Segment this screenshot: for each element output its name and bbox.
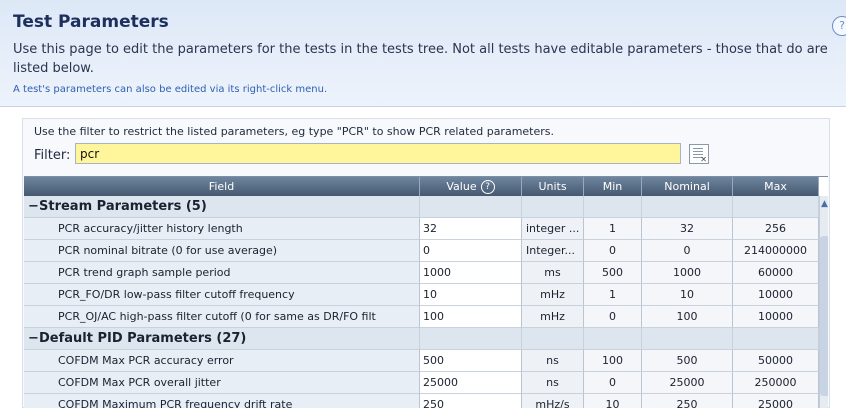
help-icon[interactable]: ? xyxy=(832,16,846,36)
parameters-grid: Field Value? Units Min Nominal Max −Stre… xyxy=(24,176,828,408)
table-row[interactable]: PCR trend graph sample period 1000 ms 50… xyxy=(24,262,819,284)
page-title: Test Parameters xyxy=(13,12,169,32)
column-header-units[interactable]: Units xyxy=(522,177,584,196)
table-row[interactable]: PCR nominal bitrate (0 for use average) … xyxy=(24,240,819,262)
page-description: Use this page to edit the parameters for… xyxy=(13,42,828,76)
column-header-value[interactable]: Value? xyxy=(420,177,522,196)
scroll-up-icon[interactable]: ▲ xyxy=(820,197,828,211)
table-row[interactable]: PCR_OJ/AC high-pass filter cutoff (0 for… xyxy=(24,306,819,328)
clear-filter-icon[interactable] xyxy=(689,144,709,164)
table-row[interactable]: COFDM Max PCR overall jitter 25000 ns 0 … xyxy=(24,372,819,394)
column-header-nominal[interactable]: Nominal xyxy=(642,177,733,196)
value-help-icon[interactable]: ? xyxy=(480,180,495,194)
filter-label: Filter: xyxy=(34,148,71,163)
column-header-field[interactable]: Field xyxy=(24,177,420,196)
column-header-min[interactable]: Min xyxy=(584,177,642,196)
column-header-max[interactable]: Max xyxy=(733,177,819,196)
right-click-hint: A test's parameters can also be edited v… xyxy=(13,84,328,95)
value-cell[interactable]: 10 xyxy=(420,284,522,306)
group-row-default-pid-parameters[interactable]: −Default PID Parameters (27) xyxy=(24,328,819,350)
value-cell[interactable]: 1000 xyxy=(420,262,522,284)
page-header: Test Parameters ? Use this page to edit … xyxy=(0,0,846,107)
value-cell[interactable]: 100 xyxy=(420,306,522,328)
table-row[interactable]: PCR accuracy/jitter history length 32 in… xyxy=(24,218,819,240)
collapse-icon[interactable]: − xyxy=(28,328,39,349)
value-cell[interactable]: 32 xyxy=(420,218,522,240)
parameters-panel: Use the filter to restrict the listed pa… xyxy=(22,118,830,408)
value-cell[interactable]: 25000 xyxy=(420,372,522,394)
grid-header: Field Value? Units Min Nominal Max xyxy=(24,177,819,196)
table-row[interactable]: COFDM Max PCR accuracy error 500 ns 100 … xyxy=(24,350,819,372)
table-row[interactable]: PCR_FO/DR low-pass filter cutoff frequen… xyxy=(24,284,819,306)
vertical-scrollbar[interactable]: ▲ xyxy=(819,196,828,408)
collapse-icon[interactable]: − xyxy=(28,196,39,217)
value-cell[interactable]: 0 xyxy=(420,240,522,262)
group-row-stream-parameters[interactable]: −Stream Parameters (5) xyxy=(24,196,819,218)
scrollbar-thumb[interactable] xyxy=(820,236,828,396)
filter-help-text: Use the filter to restrict the listed pa… xyxy=(34,125,555,138)
filter-input[interactable] xyxy=(75,143,681,164)
value-cell[interactable]: 500 xyxy=(420,350,522,372)
